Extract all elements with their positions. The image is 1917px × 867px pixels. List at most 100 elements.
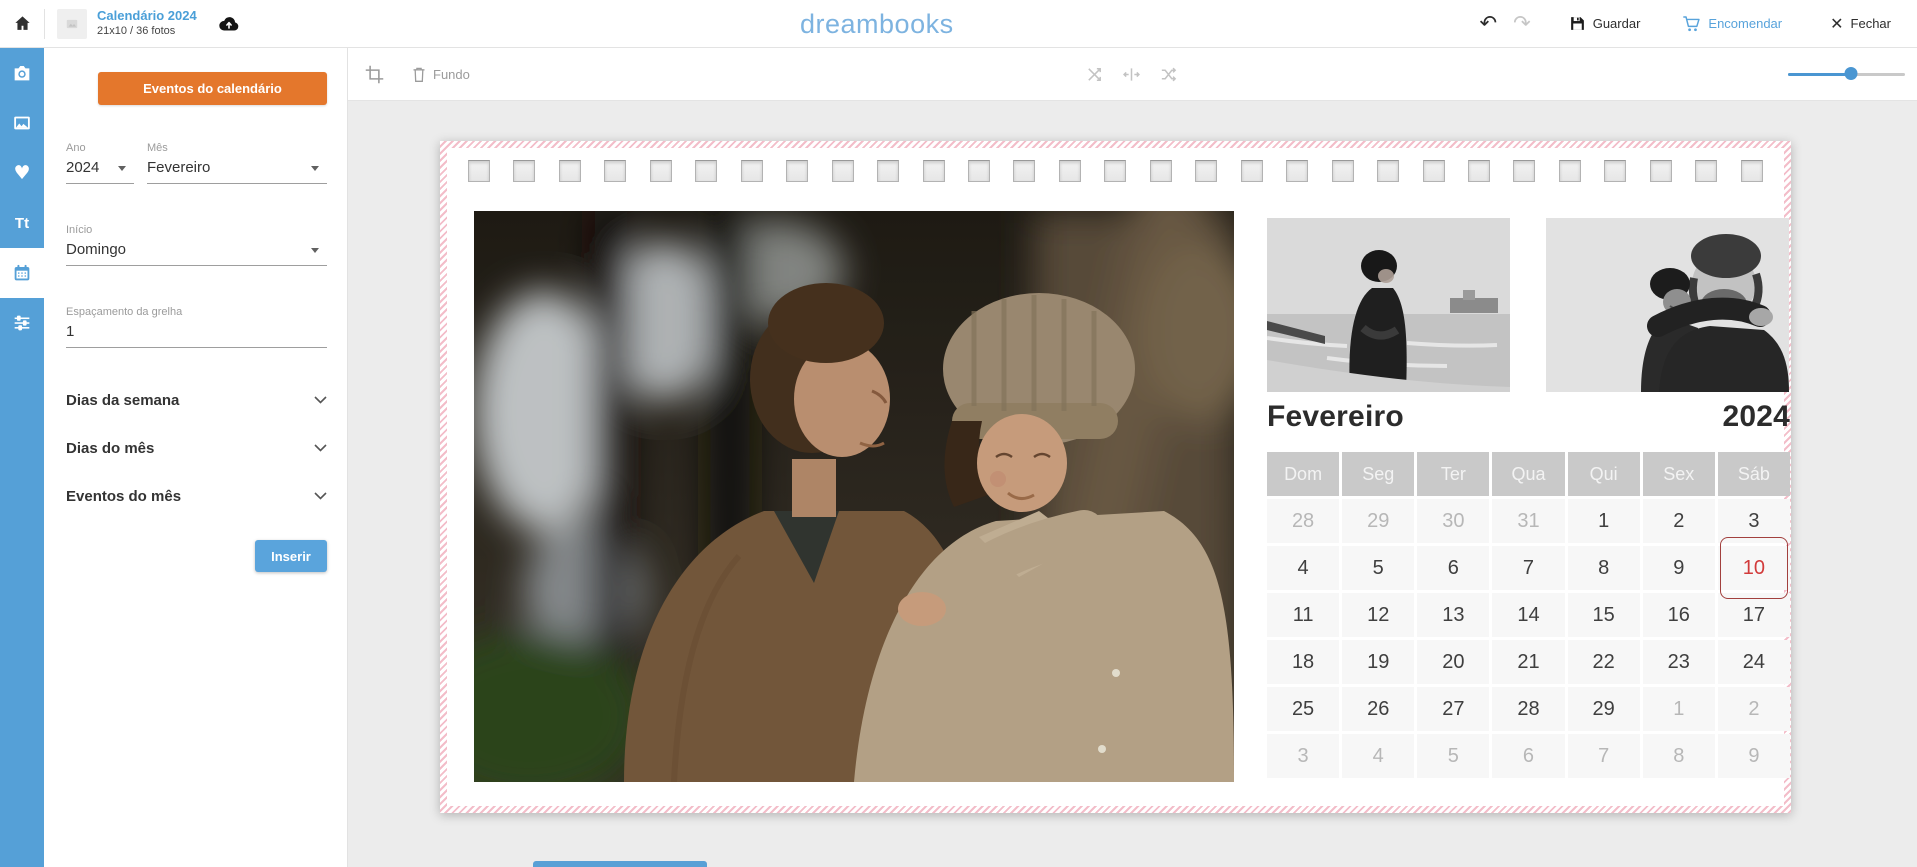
year-month-row: Ano 2024 Mês Fevereiro <box>66 142 327 184</box>
main-photo[interactable] <box>474 211 1234 782</box>
punch-hole <box>559 160 581 182</box>
punch-hole <box>650 160 672 182</box>
day-cell[interactable]: 23 <box>1643 640 1715 684</box>
punch-hole <box>1332 160 1354 182</box>
sidebar-item-favorites[interactable]: ♥ <box>0 148 44 198</box>
sidebar-item-images[interactable] <box>0 98 44 148</box>
day-number: 7 <box>1598 745 1609 768</box>
section-month-days[interactable]: Dias do mês <box>66 424 327 472</box>
day-cell[interactable]: 7 <box>1568 734 1640 778</box>
day-cell[interactable]: 10 <box>1718 546 1790 590</box>
section-month-events[interactable]: Eventos do mês <box>66 472 327 520</box>
punch-hole <box>1195 160 1217 182</box>
redo-button[interactable]: ↷ <box>1513 13 1531 34</box>
day-cell[interactable]: 2 <box>1718 687 1790 731</box>
zoom-slider-thumb[interactable] <box>1845 67 1858 80</box>
day-cell[interactable]: 8 <box>1568 546 1640 590</box>
order-label: Encomendar <box>1708 16 1782 31</box>
align-center-icon[interactable] <box>1122 65 1141 84</box>
day-cell[interactable]: 4 <box>1342 734 1414 778</box>
day-cell[interactable]: 25 <box>1267 687 1339 731</box>
save-button[interactable]: Guardar <box>1569 15 1641 32</box>
calendar-page[interactable]: Fevereiro 2024 DomSegTerQuaQuiSexSáb 282… <box>440 141 1791 813</box>
day-cell[interactable]: 19 <box>1342 640 1414 684</box>
day-cell[interactable]: 29 <box>1342 499 1414 543</box>
order-button[interactable]: Encomendar <box>1682 14 1782 33</box>
month-select[interactable]: Mês Fevereiro <box>147 142 327 184</box>
sidebar-item-calendar[interactable] <box>0 248 44 298</box>
day-cell[interactable]: 4 <box>1267 546 1339 590</box>
sidebar-item-photos[interactable] <box>0 48 44 98</box>
section-weekdays[interactable]: Dias da semana <box>66 376 327 424</box>
day-cell[interactable]: 24 <box>1718 640 1790 684</box>
day-cell[interactable]: 16 <box>1643 593 1715 637</box>
undo-button[interactable]: ↶ <box>1479 13 1497 34</box>
day-cell[interactable]: 30 <box>1417 499 1489 543</box>
home-button[interactable] <box>0 0 44 47</box>
day-cell[interactable]: 29 <box>1568 687 1640 731</box>
mini-photo-2[interactable] <box>1546 218 1789 392</box>
background-label: Fundo <box>433 67 470 82</box>
mini-photo-1[interactable] <box>1267 218 1510 392</box>
background-delete-button[interactable]: Fundo <box>411 66 470 83</box>
day-cell[interactable]: 2 <box>1643 499 1715 543</box>
insert-button[interactable]: Inserir <box>255 540 327 572</box>
day-number: 16 <box>1668 604 1690 627</box>
day-cell[interactable]: 1 <box>1568 499 1640 543</box>
grid-spacing-input[interactable]: Espaçamento da grelha 1 <box>66 306 327 348</box>
panel-sections: Dias da semana Dias do mês Eventos do mê… <box>66 376 327 520</box>
day-cell[interactable]: 22 <box>1568 640 1640 684</box>
day-cell[interactable]: 20 <box>1417 640 1489 684</box>
zoom-slider-fill <box>1788 73 1851 76</box>
sidebar-item-text[interactable]: Tt <box>0 198 44 248</box>
sidebar-item-settings[interactable] <box>0 298 44 348</box>
day-cell[interactable]: 31 <box>1492 499 1564 543</box>
day-cell[interactable]: 26 <box>1342 687 1414 731</box>
punch-hole <box>1513 160 1535 182</box>
day-cell[interactable]: 1 <box>1643 687 1715 731</box>
day-cell[interactable]: 18 <box>1267 640 1339 684</box>
day-cell[interactable]: 9 <box>1718 734 1790 778</box>
day-number: 4 <box>1298 557 1309 580</box>
crop-icon[interactable] <box>364 64 385 85</box>
week-start-select[interactable]: Início Domingo <box>66 224 327 266</box>
day-cell[interactable]: 28 <box>1492 687 1564 731</box>
day-cell[interactable]: 7 <box>1492 546 1564 590</box>
day-cell[interactable]: 17 <box>1718 593 1790 637</box>
calendar-month-title[interactable]: Fevereiro <box>1267 400 1404 434</box>
day-cell[interactable]: 6 <box>1492 734 1564 778</box>
close-button[interactable]: ✕ Fechar <box>1830 14 1891 33</box>
year-value: 2024 <box>66 159 134 184</box>
day-number: 18 <box>1292 651 1314 674</box>
swap-diagonal-icon[interactable] <box>1085 65 1104 84</box>
day-cell[interactable]: 12 <box>1342 593 1414 637</box>
day-cell[interactable]: 11 <box>1267 593 1339 637</box>
project-thumbnail[interactable] <box>57 9 87 39</box>
sync-status-button[interactable] <box>217 12 241 36</box>
day-cell[interactable]: 28 <box>1267 499 1339 543</box>
calendar-title-row[interactable]: Fevereiro 2024 <box>1267 400 1790 434</box>
punch-hole <box>1741 160 1763 182</box>
day-cell[interactable]: 14 <box>1492 593 1564 637</box>
cloud-upload-icon <box>217 12 241 36</box>
week-start-label: Início <box>66 224 327 236</box>
day-cell[interactable]: 6 <box>1417 546 1489 590</box>
calendar-year-title[interactable]: 2024 <box>1722 400 1790 434</box>
day-number: 27 <box>1442 698 1464 721</box>
page-tab-indicator[interactable] <box>533 861 707 867</box>
couple-photo-illustration <box>474 211 1234 782</box>
zoom-slider[interactable] <box>1788 67 1905 81</box>
day-cell[interactable]: 5 <box>1417 734 1489 778</box>
day-cell[interactable]: 13 <box>1417 593 1489 637</box>
day-cell[interactable]: 21 <box>1492 640 1564 684</box>
day-cell[interactable]: 9 <box>1643 546 1715 590</box>
shuffle-icon[interactable] <box>1159 65 1178 84</box>
day-cell[interactable]: 8 <box>1643 734 1715 778</box>
day-cell[interactable]: 27 <box>1417 687 1489 731</box>
day-cell[interactable]: 5 <box>1342 546 1414 590</box>
year-select[interactable]: Ano 2024 <box>66 142 134 184</box>
weekday-header-cell: Sáb <box>1718 452 1790 496</box>
calendar-events-button[interactable]: Eventos do calendário <box>98 72 327 105</box>
day-cell[interactable]: 15 <box>1568 593 1640 637</box>
day-cell[interactable]: 3 <box>1267 734 1339 778</box>
